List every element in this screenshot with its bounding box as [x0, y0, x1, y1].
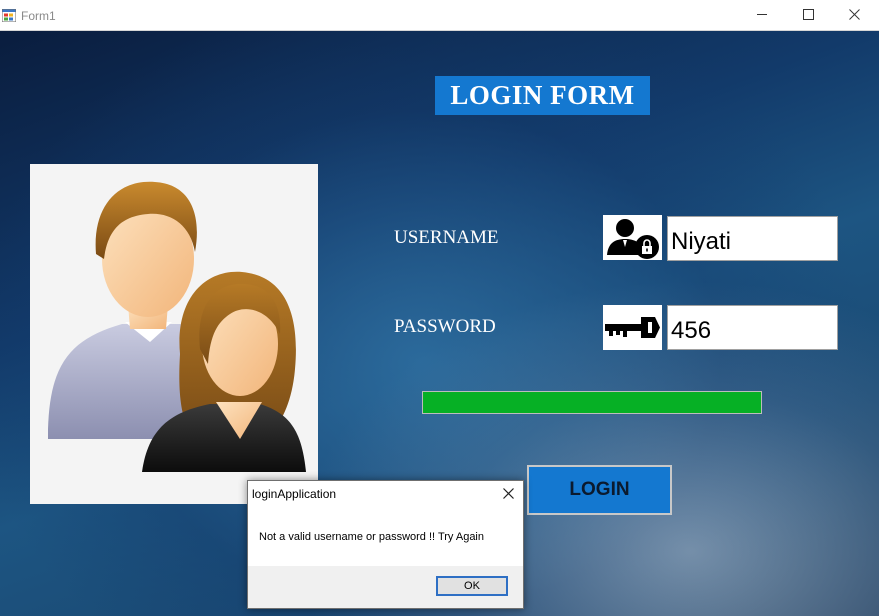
close-icon: [502, 486, 514, 504]
username-icon-box: [603, 215, 662, 260]
form-app-icon: [1, 8, 17, 23]
key-icon: [603, 317, 662, 354]
username-label: USERNAME: [394, 227, 499, 248]
dialog-message: Not a valid username or password !! Try …: [259, 531, 484, 543]
user-lock-icon: [603, 219, 662, 264]
password-input[interactable]: [667, 305, 838, 350]
dialog-title: loginApplication: [252, 487, 337, 501]
users-avatar-picture: [30, 164, 318, 504]
minimize-button[interactable]: [739, 0, 785, 31]
close-icon: [848, 7, 860, 25]
login-progress-bar: [422, 391, 762, 414]
minimize-icon: [756, 7, 768, 25]
login-button[interactable]: LOGIN: [527, 465, 672, 515]
form-title: LOGIN FORM: [435, 76, 650, 115]
error-dialog: loginApplication Not a valid username or…: [247, 480, 524, 609]
username-input[interactable]: [667, 216, 838, 261]
dialog-ok-button[interactable]: OK: [436, 576, 508, 596]
dialog-close-button[interactable]: [493, 481, 523, 508]
password-label: PASSWORD: [394, 316, 496, 337]
password-icon-box: [603, 305, 662, 350]
maximize-icon: [802, 7, 814, 25]
maximize-button[interactable]: [785, 0, 831, 31]
window-titlebar: Form1: [0, 0, 879, 31]
window-title: Form1: [21, 9, 56, 23]
close-button[interactable]: [831, 0, 877, 31]
progress-fill: [423, 392, 761, 413]
